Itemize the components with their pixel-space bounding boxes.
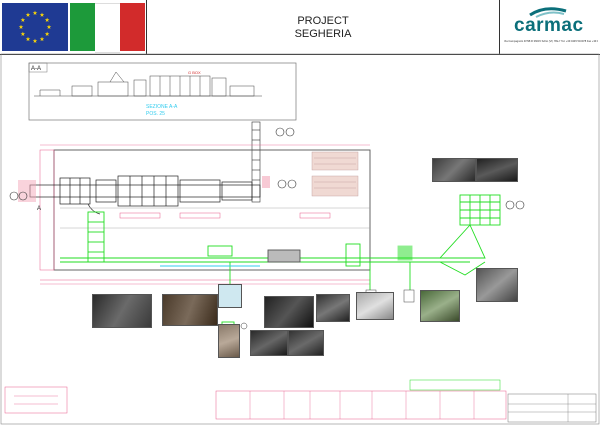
photo-thumbnail (218, 324, 240, 358)
section-position: POS. 25 (146, 111, 165, 117)
small-unit-b (403, 289, 415, 303)
motor-far-right-icon (505, 200, 525, 210)
photo-thumbnail (476, 268, 518, 302)
photo-thumbnail (218, 284, 242, 308)
photo-thumbnail (162, 294, 218, 326)
infeed-marker (18, 180, 36, 202)
internal-label-row (60, 207, 370, 229)
pink-block (262, 176, 270, 188)
photo-thumbnail (288, 330, 324, 356)
motor-top-icon (275, 127, 295, 137)
main-log-line (29, 175, 261, 215)
vertical-feed-conveyor (251, 121, 261, 203)
motor-mid-icon (240, 322, 248, 330)
photo-thumbnail (316, 294, 350, 322)
bottom-detail-strip (4, 379, 597, 423)
photo-thumbnail (356, 292, 394, 320)
section-label: A-A (31, 66, 41, 72)
section-caption: SEZIONE A-A (146, 104, 178, 110)
drawing-sheet: PROJECT SEGHERIA carmac Via Campagnolo 9… (0, 0, 600, 425)
photo-thumbnail (420, 290, 460, 322)
photo-thumbnail (92, 294, 152, 328)
photo-thumbnail (264, 296, 314, 328)
section-view-a-a: A-A G BOX SEZIONE A-A POS. 25 (28, 62, 297, 121)
box-label: G BOX (188, 70, 201, 75)
lumber-storage (311, 151, 359, 197)
photo-thumbnail (476, 158, 518, 182)
photo-thumbnail (432, 158, 476, 182)
motor-right-icon (277, 179, 297, 189)
section-marker-a: A (37, 206, 41, 212)
photo-thumbnail (250, 330, 288, 356)
plant-drawing: A-A G BOX SEZIONE A-A POS. 25 A (0, 53, 600, 425)
